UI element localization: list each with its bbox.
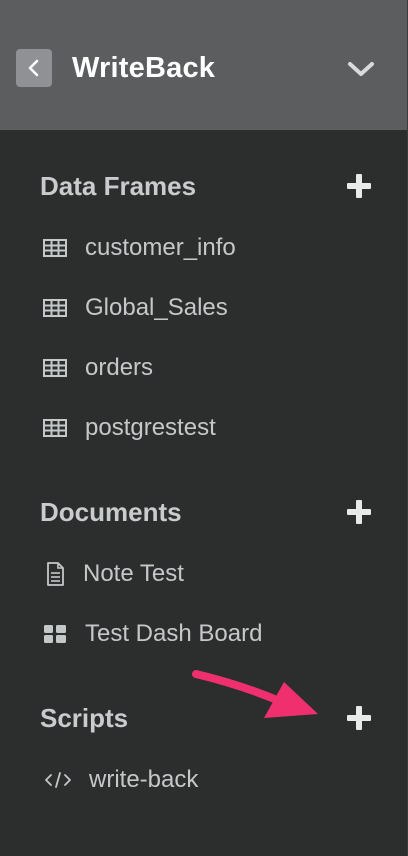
data-frame-label: customer_info bbox=[85, 234, 236, 261]
back-button[interactable] bbox=[16, 49, 52, 87]
document-icon bbox=[47, 562, 64, 586]
data-frame-label: postgrestest bbox=[85, 414, 216, 441]
project-title: WriteBack bbox=[72, 52, 216, 84]
section-title-documents: Documents bbox=[40, 497, 182, 527]
document-item-test-dash-board[interactable]: Test Dash Board bbox=[0, 612, 408, 656]
chevron-down-icon[interactable] bbox=[343, 56, 379, 82]
dashboard-icon bbox=[44, 625, 66, 643]
scripts-section: Scripts bbox=[0, 698, 408, 738]
data-frames-section: Data Frames bbox=[0, 166, 408, 206]
data-frame-item-global-sales[interactable]: Global_Sales bbox=[0, 286, 408, 330]
chevron-left-icon bbox=[28, 59, 39, 77]
table-icon bbox=[43, 299, 67, 317]
document-label: Test Dash Board bbox=[85, 620, 263, 647]
scripts-header: Scripts bbox=[0, 698, 408, 738]
script-label: write-back bbox=[89, 766, 199, 793]
add-document-plus-icon[interactable] bbox=[345, 498, 373, 526]
section-title-scripts: Scripts bbox=[40, 703, 129, 733]
documents-section: Documents bbox=[0, 492, 408, 532]
add-data-frame-plus-icon[interactable] bbox=[345, 172, 373, 200]
project-sidebar: WriteBack Data Frames customer_info Glob… bbox=[0, 0, 408, 856]
document-label: Note Test bbox=[83, 560, 184, 587]
data-frame-label: orders bbox=[85, 354, 154, 381]
table-icon bbox=[43, 359, 67, 377]
data-frame-item-customer-info[interactable]: customer_info bbox=[0, 226, 408, 270]
add-script-plus-icon[interactable] bbox=[345, 704, 373, 732]
data-frame-label: Global_Sales bbox=[85, 294, 228, 321]
script-item-write-back[interactable]: write-back bbox=[0, 758, 408, 802]
document-item-note-test[interactable]: Note Test bbox=[0, 552, 408, 596]
data-frame-item-postgrestest[interactable]: postgrestest bbox=[0, 406, 408, 450]
table-icon bbox=[43, 239, 67, 257]
table-icon bbox=[43, 419, 67, 437]
project-header: WriteBack bbox=[0, 0, 407, 130]
data-frames-header: Data Frames bbox=[0, 166, 408, 206]
section-title-data-frames: Data Frames bbox=[40, 171, 197, 201]
documents-header: Documents bbox=[0, 492, 408, 532]
data-frame-item-orders[interactable]: orders bbox=[0, 346, 408, 390]
code-icon bbox=[45, 772, 71, 788]
